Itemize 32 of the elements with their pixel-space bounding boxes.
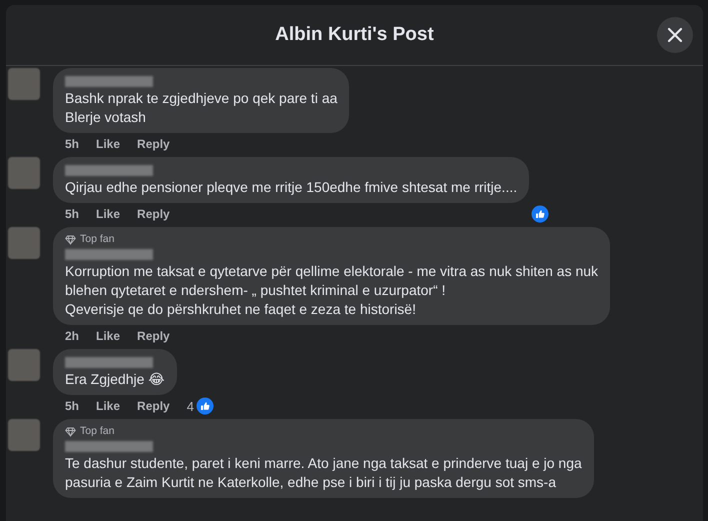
diamond-icon — [65, 234, 76, 244]
like-link[interactable]: Like — [96, 329, 120, 343]
reply-link[interactable]: Reply — [137, 207, 170, 221]
comment-text: Qirjau edhe pensioner pleqve me rritje 150edhe fmive shtesat me rritje.... — [65, 178, 518, 197]
comment-text: Bashk nprak te zgjedhjeve po qek pare ti aa Blerje votash — [65, 89, 338, 127]
diamond-icon — [65, 426, 76, 436]
dialog-title: Albin Kurti's Post — [275, 24, 434, 46]
blurred-avatar — [8, 227, 40, 259]
comment-time: 2h — [65, 329, 80, 343]
comment-text: Era Zgjedhje 😂 — [65, 370, 165, 389]
reply-link[interactable]: Reply — [137, 137, 170, 151]
comment-text: Te dashur studente, paret i keni marre. Ato jane nga taksat e prinderve tuaj e jo nga pasuria e Zaim Kurtit ne Katerkolle, edhe pse i biri i tij ju paska dergu sot sms-a — [65, 454, 582, 492]
like-link[interactable]: Like — [96, 207, 120, 221]
close-icon — [667, 27, 683, 43]
reply-link[interactable]: Reply — [137, 329, 170, 343]
blurred-avatar — [8, 68, 40, 100]
top-fan-label: Top fan — [80, 233, 114, 246]
like-link[interactable]: Like — [96, 399, 120, 413]
blurred-avatar — [8, 157, 40, 189]
blurred-avatar — [8, 349, 40, 381]
comment-time: 5h — [65, 137, 80, 151]
close-button[interactable] — [657, 17, 693, 53]
top-fan-label: Top fan — [80, 425, 114, 438]
blurred-avatar — [8, 419, 40, 451]
comment-time: 5h — [65, 399, 80, 413]
reply-link[interactable]: Reply — [137, 399, 170, 413]
comment-text: Korruption me taksat e qytetarve për qellime elektorale - me vitra as nuk shiten as nuk blehen qytetaret e ndershem- „ pushtet kriminal e uzurpator“ ! Qeverisje qe do përshkruhet ne faqet e zeza te historisë! — [65, 262, 598, 319]
like-reaction-icon — [196, 397, 214, 415]
like-link[interactable]: Like — [96, 137, 120, 151]
like-reaction-icon — [531, 205, 550, 223]
reaction-count: 4 — [186, 398, 194, 414]
comment-time: 5h — [65, 207, 80, 221]
